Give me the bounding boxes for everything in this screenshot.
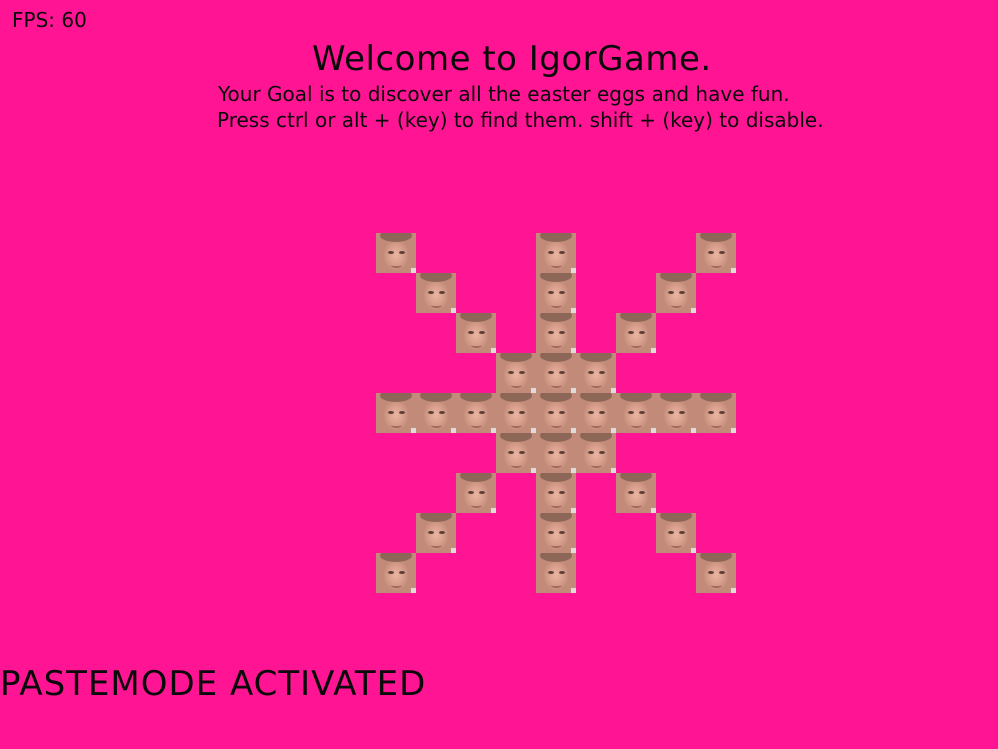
face-sprite xyxy=(496,433,536,473)
face-sprite xyxy=(536,313,576,353)
controls-text: Press ctrl or alt + (key) to find them. … xyxy=(217,108,824,132)
face-sprite xyxy=(656,513,696,553)
face-sprite xyxy=(696,233,736,273)
face-sprite xyxy=(536,513,576,553)
face-sprite xyxy=(616,473,656,513)
goal-text: Your Goal is to discover all the easter … xyxy=(218,82,790,106)
game-title: Welcome to IgorGame. xyxy=(312,39,712,79)
face-sprite xyxy=(696,553,736,593)
face-sprite xyxy=(536,433,576,473)
face-sprite xyxy=(536,553,576,593)
face-sprite xyxy=(616,313,656,353)
face-sprite xyxy=(416,393,456,433)
face-sprite xyxy=(496,353,536,393)
face-sprite xyxy=(376,553,416,593)
face-sprite xyxy=(496,393,536,433)
face-sprite xyxy=(416,513,456,553)
face-sprite xyxy=(456,473,496,513)
pastemode-status: PASTEMODE ACTIVATED xyxy=(0,664,427,704)
face-sprite xyxy=(456,313,496,353)
face-sprite xyxy=(696,393,736,433)
face-sprite xyxy=(576,353,616,393)
face-sprite xyxy=(576,433,616,473)
face-sprite xyxy=(536,233,576,273)
face-sprite xyxy=(536,353,576,393)
face-sprite xyxy=(376,393,416,433)
face-sprite xyxy=(656,273,696,313)
face-sprite xyxy=(616,393,656,433)
face-sprite xyxy=(576,393,616,433)
face-sprite xyxy=(536,393,576,433)
face-sprite xyxy=(656,393,696,433)
face-sprite xyxy=(536,473,576,513)
face-sprite xyxy=(456,393,496,433)
fps-counter: FPS: 60 xyxy=(12,8,87,32)
face-sprite xyxy=(376,233,416,273)
face-sprite xyxy=(536,273,576,313)
face-sprite xyxy=(416,273,456,313)
